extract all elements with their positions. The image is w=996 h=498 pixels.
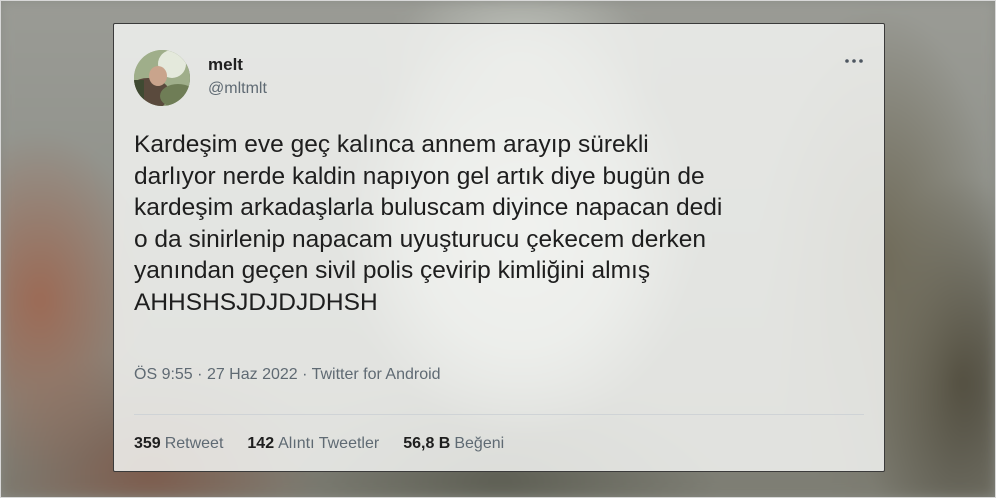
meta-separator: · xyxy=(302,366,308,383)
more-options-icon[interactable] xyxy=(840,50,868,72)
tweet-text-line: yanından geçen sivil polis çevirip kimli… xyxy=(134,257,651,284)
quotes-count: 142 xyxy=(247,435,275,452)
avatar[interactable] xyxy=(134,50,190,106)
tweet-text-line: Kardeşim eve geç kalınca annem arayıp sü… xyxy=(134,131,649,158)
likes-stat[interactable]: 56,8 B Beğeni xyxy=(403,435,504,453)
tweet-text-line: darlıyor nerde kaldin napıyon gel artık … xyxy=(134,162,705,190)
retweets-stat[interactable]: 359 Retweet xyxy=(134,435,223,453)
tweet-text-line: o da sinirlenip napacam uyuşturucu çekec… xyxy=(134,225,706,253)
tweet-date[interactable]: 27 Haz 2022 xyxy=(207,366,298,383)
author-handle[interactable]: @mltmlt xyxy=(208,80,267,98)
tweet-card: melt @mltmlt Kardeşim eve geç kalınca an… xyxy=(113,23,885,472)
divider xyxy=(134,414,864,415)
tweet-stats: 359 Retweet 142 Alıntı Tweetler 56,8 B Beğe… xyxy=(134,435,504,453)
author-name[interactable]: melt xyxy=(208,55,243,75)
tweet-time[interactable]: ÖS 9:55 xyxy=(134,366,193,383)
tweet-metadata: ÖS 9:55 · 27 Haz 2022 · Twitter for Andr… xyxy=(134,366,441,384)
tweet-text: Kardeşim eve geç kalınca annem arayıp sü… xyxy=(134,129,864,318)
quotes-stat[interactable]: 142 Alıntı Tweetler xyxy=(247,435,379,453)
avatar-image xyxy=(134,50,190,106)
meta-separator: · xyxy=(197,366,203,383)
tweet-text-line: kardeşim arkadaşlarla buluscam diyince n… xyxy=(134,194,723,221)
likes-count: 56,8 B xyxy=(403,435,451,452)
tweet-text-line: AHHSHSJDJDJDHSH xyxy=(134,288,378,316)
quotes-label: Alıntı Tweetler xyxy=(278,435,380,452)
retweets-label: Retweet xyxy=(164,435,224,452)
tweet-source[interactable]: Twitter for Android xyxy=(312,366,441,383)
likes-label: Beğeni xyxy=(454,435,505,452)
retweets-count: 359 xyxy=(134,435,161,452)
